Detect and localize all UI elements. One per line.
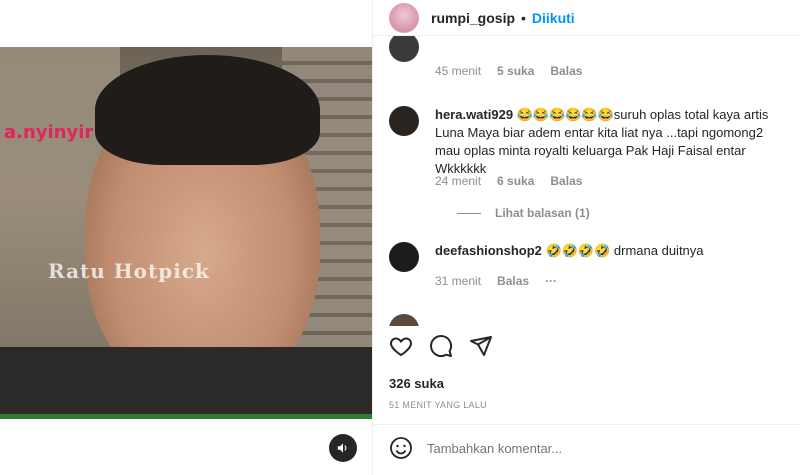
replies-line: [457, 212, 481, 214]
posted-time[interactable]: 51 MENIT YANG LALU: [389, 400, 487, 410]
media-column: a.nyinyir Ratu Hotpick: [0, 0, 372, 475]
comment-body: deefashionshop2 🤣🤣🤣🤣 drmana duitnya: [435, 242, 785, 260]
post-panel: rumpi_gosip • Diikuti 45 menit 5 suka Ba…: [373, 0, 800, 475]
emoji-icon[interactable]: [389, 436, 413, 460]
comment-time: 31 menit: [435, 274, 482, 288]
comment-meta: 24 menit 6 suka Balas: [435, 174, 582, 188]
reply-button[interactable]: Balas: [550, 174, 582, 188]
author-username[interactable]: rumpi_gosip: [431, 10, 515, 26]
commenter-avatar[interactable]: [389, 314, 419, 326]
share-icon[interactable]: [469, 334, 493, 358]
comment-body: hera.wati929 😂😂😂😂😂😂suruh oplas total kay…: [435, 106, 785, 178]
comment-icon[interactable]: [429, 334, 453, 358]
post-actions: [389, 334, 493, 358]
video-overlay-text: a.nyinyir: [4, 122, 94, 143]
post-header: rumpi_gosip • Diikuti: [373, 0, 800, 36]
commenter-avatar[interactable]: [389, 106, 419, 136]
likes-count[interactable]: 326 suka: [389, 376, 444, 391]
comment-time: 24 menit: [435, 174, 482, 188]
comment-likes[interactable]: 6 suka: [497, 174, 534, 188]
more-options-button[interactable]: ···: [545, 274, 557, 288]
comment-likes[interactable]: 5 suka: [497, 64, 534, 78]
reply-button[interactable]: Balas: [497, 274, 529, 288]
video-watermark: Ratu Hotpick: [48, 259, 210, 283]
video-progress-bar: [0, 414, 372, 419]
person-hair: [95, 55, 320, 165]
comment-meta: 31 menit Balas ···: [435, 274, 557, 288]
commenter-avatar[interactable]: [389, 36, 419, 62]
comments-list[interactable]: 45 menit 5 suka Balas hera.wati929 😂😂😂😂😂…: [373, 36, 800, 326]
add-comment-row: [389, 436, 727, 460]
video-player[interactable]: a.nyinyir Ratu Hotpick: [0, 47, 372, 419]
person-shirt: [0, 347, 372, 419]
view-replies-button[interactable]: Lihat balasan (1): [457, 206, 590, 220]
follow-status-button[interactable]: Diikuti: [532, 10, 575, 26]
commenter-username[interactable]: deefashionshop2: [435, 243, 542, 258]
heart-icon[interactable]: [389, 334, 413, 358]
add-comment-input[interactable]: [427, 440, 727, 456]
view-replies-label: Lihat balasan (1): [495, 206, 590, 220]
header-separator: •: [521, 9, 526, 26]
comment-meta: 45 menit 5 suka Balas: [435, 64, 582, 78]
mute-button[interactable]: [329, 434, 357, 462]
commenter-username[interactable]: hera.wati929: [435, 107, 513, 122]
author-avatar[interactable]: [389, 2, 419, 33]
comment-time: 45 menit: [435, 64, 482, 78]
speaker-icon: [337, 443, 347, 453]
commenter-avatar[interactable]: [389, 242, 419, 272]
comment-divider: [373, 424, 800, 425]
reply-button[interactable]: Balas: [550, 64, 582, 78]
comment-text: 🤣🤣🤣🤣 drmana duitnya: [545, 243, 704, 258]
